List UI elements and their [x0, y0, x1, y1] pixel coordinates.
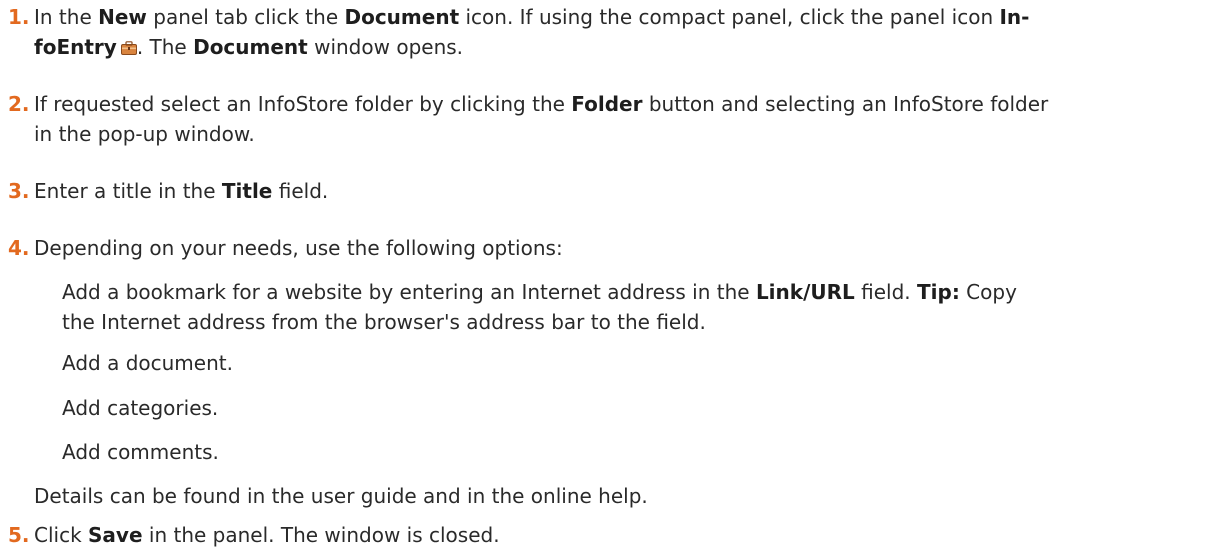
step-text: If requested select an InfoStore folder …: [34, 89, 1199, 149]
step-line: Enter a title in the Title field.: [34, 179, 329, 203]
step-line: If requested select an InfoStore folder …: [34, 92, 1049, 116]
infoentry-label: In-: [999, 5, 1030, 29]
link-url-label: Link/URL: [755, 280, 855, 304]
save-label: Save: [88, 523, 143, 547]
document-window-label: Document: [193, 35, 308, 59]
step-line: Click Save in the panel. The window is c…: [34, 523, 500, 547]
step-number: 1.: [8, 5, 30, 29]
infoentry-label-cont: foEntry: [34, 35, 117, 59]
details-note: Details can be found in the user guide a…: [34, 484, 648, 508]
folder-label: Folder: [571, 92, 643, 116]
step-line: Depending on your needs, use the followi…: [34, 236, 563, 260]
step-line: foEntry. The Document window opens.: [34, 33, 464, 59]
option-categories: Add categories.: [62, 396, 219, 420]
option-comments: Add comments.: [62, 440, 219, 464]
option-document: Add a document.: [62, 351, 233, 375]
step-line: in the pop-up window.: [34, 122, 255, 146]
option-line: Add a bookmark for a website by entering…: [62, 280, 1017, 304]
step-number: 4.: [8, 236, 30, 260]
tip-label: Tip:: [917, 280, 960, 304]
document-label: Document: [344, 5, 460, 29]
step-number: 5.: [8, 523, 30, 547]
title-field-label: Title: [221, 179, 273, 203]
step-text: In the New panel tab click the Document …: [34, 2, 1199, 62]
option-bookmark: Add a bookmark for a website by entering…: [62, 277, 1199, 337]
step-text: Click Save in the panel. The window is c…: [34, 520, 1199, 550]
step-number: 3.: [8, 179, 30, 203]
step-text: Enter a title in the Title field.: [34, 176, 1199, 206]
step-text: Depending on your needs, use the followi…: [34, 233, 1199, 263]
new-tab-label: New: [98, 5, 147, 29]
infoentry-icon: [120, 33, 137, 55]
step-line: In the New panel tab click the Document …: [34, 5, 1030, 29]
option-line: the Internet address from the browser's …: [62, 310, 706, 334]
step-number: 2.: [8, 92, 30, 116]
